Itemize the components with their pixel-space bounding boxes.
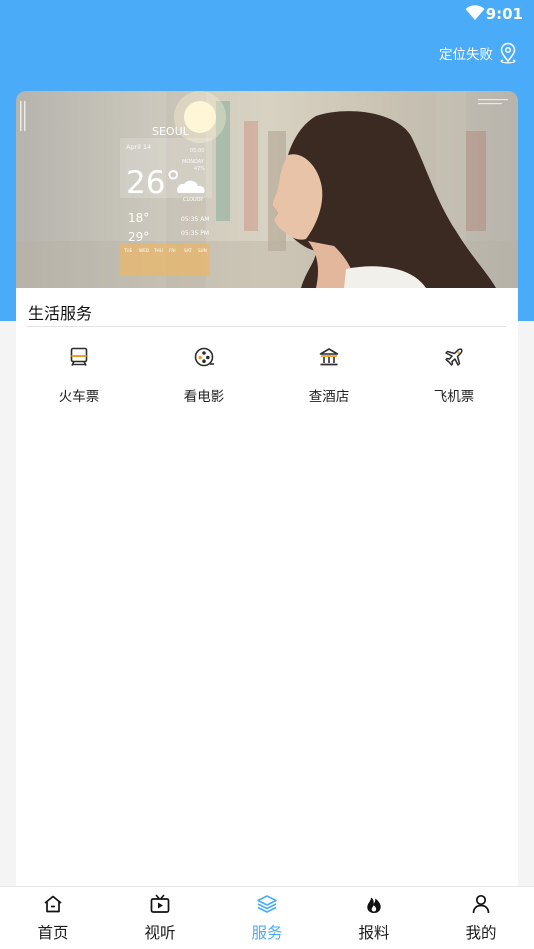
service-label: 看电影 — [183, 389, 225, 405]
user-icon — [472, 894, 490, 914]
services-card: 生活服务 火车票 看电影 查酒店 飞机票 — [16, 288, 518, 886]
tv-play-icon — [150, 894, 170, 913]
service-train-ticket[interactable]: 火车票 — [31, 346, 127, 405]
banner-day-2: WED — [139, 248, 149, 253]
banner-day-1: TUE — [123, 248, 133, 253]
banner-clock: 05:00 — [190, 148, 204, 154]
banner-date: April 14 — [126, 143, 151, 151]
banner-city: SEOUL — [152, 125, 190, 138]
banner-temperature: 26° — [126, 165, 181, 201]
banner-day-6: SUN — [198, 248, 207, 253]
hotel-icon — [319, 348, 339, 366]
banner-day: MONDAY — [182, 159, 205, 165]
banner-high: 29° — [128, 230, 149, 244]
service-label: 火车票 — [58, 389, 100, 405]
nav-item-services[interactable]: 服务 — [227, 893, 307, 943]
wifi-icon — [465, 5, 485, 20]
section-title: 生活服务 — [28, 304, 93, 323]
location-pin-icon — [500, 42, 516, 64]
nav-item-profile[interactable]: 我的 — [441, 893, 521, 943]
banner-day-5: SAT — [184, 248, 192, 253]
banner-low: 18° — [128, 211, 149, 225]
nav-item-report[interactable]: 报料 — [334, 893, 414, 943]
service-label: 查酒店 — [308, 389, 350, 405]
service-label: 飞机票 — [433, 389, 475, 405]
service-flight[interactable]: 飞机票 — [406, 346, 502, 405]
banner-sunset: 05:35 PM — [181, 230, 209, 237]
nav-label: 报料 — [358, 924, 390, 942]
nav-label: 视听 — [144, 924, 176, 942]
nav-label: 我的 — [465, 924, 497, 942]
banner-sunrise: 05:35 AM — [181, 216, 209, 223]
service-movie[interactable]: 看电影 — [156, 346, 252, 405]
banner-day-3: THU — [153, 248, 163, 253]
airplane-icon — [445, 348, 463, 366]
banner-day-4: FRI — [169, 248, 176, 253]
bottom-nav: 首页 视听 服务 报料 我的 — [0, 886, 534, 949]
banner-humidity: 47% — [194, 166, 205, 172]
home-icon — [44, 895, 62, 913]
nav-label: 首页 — [37, 924, 69, 942]
status-bar: 9:01 — [0, 0, 534, 28]
location-button[interactable]: 定位失败 — [439, 42, 518, 64]
section-divider — [27, 326, 506, 327]
banner-image[interactable]: SEOUL April 14 MONDAY 05:00 47% 26° CLOU… — [16, 91, 518, 288]
nav-item-media[interactable]: 视听 — [120, 893, 200, 943]
layers-icon — [257, 895, 277, 913]
nav-item-home[interactable]: 首页 — [13, 893, 93, 943]
film-reel-icon — [194, 347, 214, 367]
train-icon — [70, 347, 88, 366]
status-time: 9:01 — [485, 5, 523, 23]
nav-label: 服务 — [251, 924, 283, 942]
location-text: 定位失败 — [439, 47, 493, 63]
service-hotel[interactable]: 查酒店 — [281, 346, 377, 405]
banner-condition: CLOUDY — [183, 197, 204, 203]
flame-icon — [367, 897, 381, 913]
